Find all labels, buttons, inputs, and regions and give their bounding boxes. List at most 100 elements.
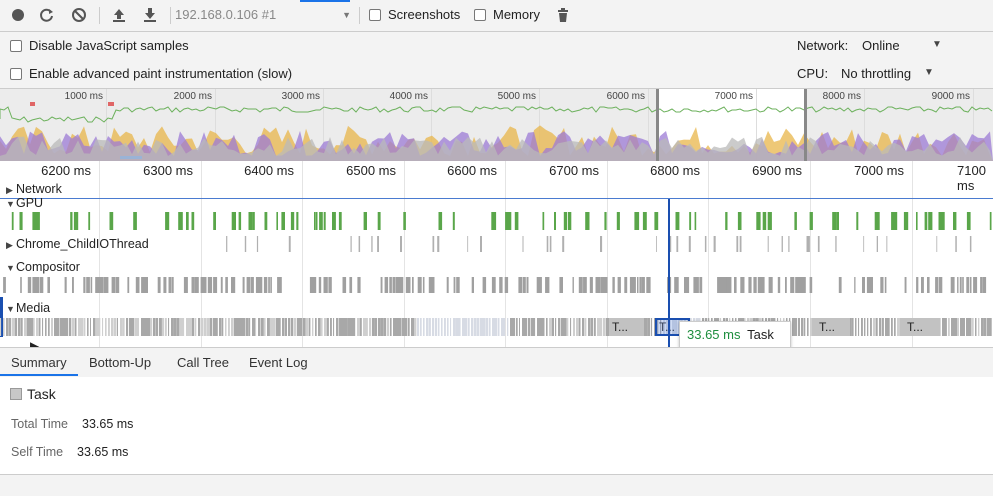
track-event[interactable] (371, 236, 373, 252)
media-event[interactable] (948, 318, 950, 336)
media-event[interactable] (435, 318, 438, 336)
track-event[interactable] (713, 236, 716, 252)
media-event[interactable] (279, 318, 281, 336)
track-event[interactable] (624, 277, 628, 293)
track-media[interactable]: ▼Media (6, 301, 50, 315)
track-event[interactable] (688, 236, 691, 252)
media-event[interactable] (378, 318, 381, 336)
track-event[interactable] (141, 277, 144, 293)
track-event[interactable] (338, 212, 342, 230)
media-event[interactable] (561, 318, 565, 336)
media-event[interactable] (870, 318, 872, 336)
media-event[interactable] (78, 318, 82, 336)
track-event[interactable] (73, 212, 79, 230)
track-event[interactable] (727, 277, 730, 293)
track-event[interactable] (127, 277, 130, 293)
track-event[interactable] (642, 212, 647, 230)
media-event[interactable] (24, 318, 28, 336)
media-event[interactable] (66, 318, 69, 336)
media-event[interactable] (594, 318, 596, 336)
media-event[interactable] (495, 318, 498, 336)
cpu-select[interactable]: No throttling ▼ (841, 65, 941, 83)
track-event[interactable] (296, 212, 299, 230)
media-event[interactable] (303, 318, 306, 336)
track-event[interactable] (482, 277, 487, 293)
track-event[interactable] (242, 277, 245, 293)
media-event[interactable] (501, 318, 505, 336)
track-event[interactable] (171, 277, 174, 293)
track-event[interactable] (583, 277, 587, 293)
media-event[interactable] (414, 318, 417, 336)
track-event[interactable] (675, 212, 680, 230)
track-event[interactable] (238, 212, 242, 230)
media-event[interactable] (525, 318, 528, 336)
track-event[interactable] (392, 277, 396, 293)
media-events[interactable] (0, 318, 993, 336)
media-event[interactable] (447, 318, 449, 336)
media-event[interactable] (990, 318, 992, 336)
upload-icon[interactable] (110, 6, 128, 24)
media-event[interactable] (309, 318, 311, 336)
track-event[interactable] (395, 277, 399, 293)
track-event[interactable] (916, 212, 918, 230)
reload-icon[interactable] (38, 6, 56, 24)
media-event[interactable] (546, 318, 548, 336)
track-event[interactable] (252, 212, 255, 230)
media-event[interactable] (522, 318, 526, 336)
track-event[interactable] (319, 277, 321, 293)
media-event[interactable] (582, 318, 585, 336)
track-event[interactable] (225, 277, 228, 293)
media-event[interactable] (864, 318, 866, 336)
media-event[interactable] (438, 318, 440, 336)
track-event[interactable] (884, 277, 887, 293)
media-event[interactable] (168, 318, 170, 336)
media-event[interactable] (510, 318, 514, 336)
track-event[interactable] (809, 212, 813, 230)
media-event[interactable] (531, 318, 535, 336)
track-event[interactable] (757, 277, 761, 293)
track-event[interactable] (72, 277, 74, 293)
media-event[interactable] (600, 318, 603, 336)
media-event[interactable] (858, 318, 860, 336)
track-event[interactable] (109, 212, 114, 230)
track-event[interactable] (966, 212, 971, 230)
track-event[interactable] (231, 212, 236, 230)
track-event[interactable] (135, 277, 140, 293)
media-event[interactable] (111, 318, 114, 336)
track-event[interactable] (796, 277, 800, 293)
track-event[interactable] (342, 277, 347, 293)
media-event[interactable] (36, 318, 39, 336)
media-event[interactable] (93, 318, 96, 336)
media-event[interactable] (483, 318, 486, 336)
media-event[interactable] (792, 318, 796, 336)
track-event[interactable] (637, 277, 639, 293)
media-event[interactable] (42, 318, 44, 336)
track-event[interactable] (903, 212, 909, 230)
media-event[interactable] (492, 318, 496, 336)
track-event[interactable] (357, 277, 361, 293)
media-event[interactable] (285, 318, 287, 336)
media-event[interactable] (969, 318, 972, 336)
track-event[interactable] (446, 277, 449, 293)
track-event[interactable] (969, 277, 972, 293)
track-event[interactable] (278, 277, 282, 293)
track-event[interactable] (20, 277, 22, 293)
track-event[interactable] (452, 212, 455, 230)
media-event[interactable] (315, 318, 317, 336)
media-event[interactable] (174, 318, 177, 336)
track-event[interactable] (585, 212, 590, 230)
track-event[interactable] (264, 212, 268, 230)
track-event[interactable] (756, 212, 761, 230)
media-event[interactable] (219, 318, 222, 336)
track-event[interactable] (332, 212, 336, 230)
media-event[interactable] (6, 318, 9, 336)
media-event[interactable] (975, 318, 977, 336)
media-event[interactable] (27, 318, 31, 336)
media-event[interactable] (51, 318, 53, 336)
track-event[interactable] (70, 212, 73, 230)
media-event[interactable] (225, 318, 227, 336)
track-event[interactable] (734, 277, 737, 293)
media-event[interactable] (117, 318, 118, 336)
track-event[interactable] (191, 277, 195, 293)
screenshots-checkbox[interactable] (369, 9, 381, 21)
